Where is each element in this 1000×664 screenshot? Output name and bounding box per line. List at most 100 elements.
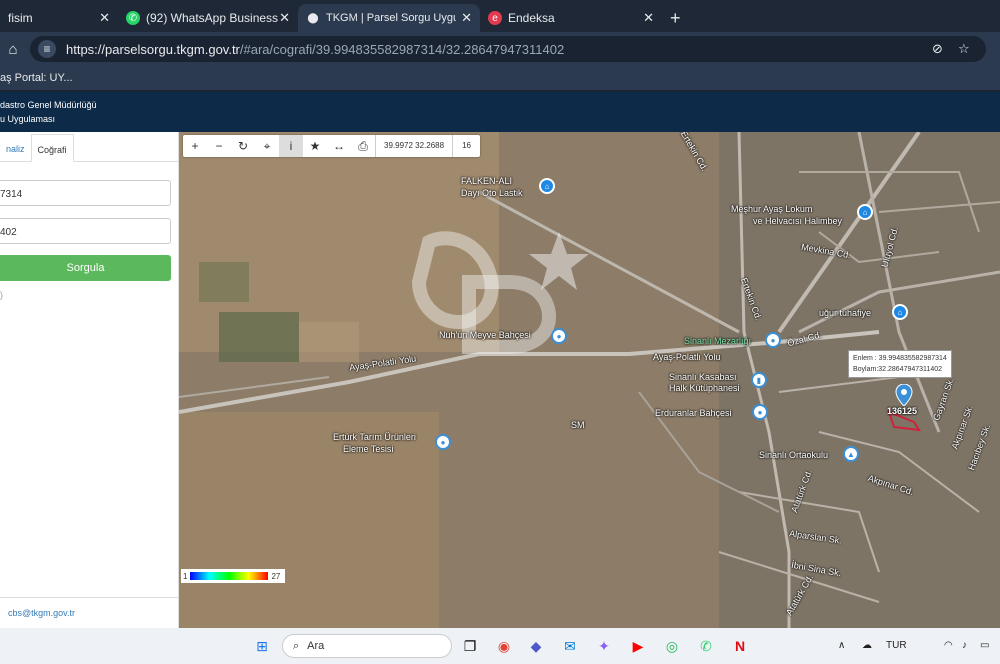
place-poi-icon[interactable]: ●	[752, 404, 768, 420]
bookmark-star-icon[interactable]: ☆	[958, 41, 970, 57]
map-label: Ayaş-Polatlı Yolu	[653, 352, 721, 362]
shop-poi-icon[interactable]: ⌂	[892, 304, 908, 320]
url-text[interactable]: https://parselsorgu.tkgm.gov.tr/#ara/cog…	[66, 42, 564, 57]
map-label: Meşhur Ayaş Lokum	[731, 204, 813, 214]
popup-longitude: Boylam:32.28647947311402	[853, 366, 943, 373]
print-icon[interactable]: ⎙	[351, 135, 375, 157]
netflix-icon[interactable]: N	[728, 634, 752, 658]
map-label: Sinanlı Mezarlığı	[684, 336, 752, 346]
home-icon[interactable]: ⌂	[2, 41, 24, 58]
legend-gradient	[190, 572, 269, 580]
place-poi-icon[interactable]: ●	[435, 434, 451, 450]
note-text: )	[0, 290, 3, 300]
zoom-level: 16	[452, 135, 480, 157]
tab-fisim[interactable]: fisim ✕	[0, 4, 118, 32]
place-poi-icon[interactable]: ●	[551, 328, 567, 344]
whatsapp-icon[interactable]: ✆	[694, 634, 718, 658]
heatmap-legend: 1 27	[181, 569, 285, 583]
site-header-title: dastro Genel Müdürlüğü	[0, 100, 97, 110]
youtube-icon[interactable]: ▶	[626, 634, 650, 658]
url-host: https://parselsorgu.tkgm.gov.tr	[66, 41, 240, 57]
locate-icon[interactable]: ⌖	[255, 135, 279, 157]
coordinate-popup: Enlem : 39.994835582987314 Boylam:32.286…	[848, 350, 952, 378]
close-icon[interactable]: ✕	[643, 10, 654, 26]
zoom-out-button[interactable]: −	[207, 135, 231, 157]
url-path: /#ara/cografi/39.994835582987314/32.2864…	[239, 41, 565, 57]
map-view[interactable]: + − ↻ ⌖ i ★ ↔ ⎙ 39.9972 32.2688 16 FALKE…	[179, 132, 1000, 628]
tab-cografi[interactable]: Coğrafi	[30, 134, 74, 162]
network-icon[interactable]: ☁	[862, 640, 872, 651]
coordinate-readout: 39.9972 32.2688	[375, 135, 452, 157]
map-label: Sinanlı Kasabası	[669, 372, 737, 382]
battery-icon[interactable]: ▭	[980, 640, 989, 651]
tracking-off-icon[interactable]: ⊘	[932, 41, 943, 57]
close-icon[interactable]: ✕	[99, 10, 110, 26]
spotify-icon[interactable]: ◎	[660, 634, 684, 658]
browser-tab-strip: fisim ✕ ✆ (92) WhatsApp Business ✕ ⬤ TKG…	[0, 0, 1000, 32]
tab-title: (92) WhatsApp Business	[146, 11, 279, 25]
parcel-id-label: 136125	[887, 406, 918, 416]
search-placeholder: Ara	[307, 640, 325, 652]
legend-min: 1	[183, 571, 188, 581]
map-label: Halk Kütüphanesi	[669, 383, 740, 393]
outlook-icon[interactable]: ✉	[558, 634, 582, 658]
windows-taskbar: ⊞ ⌕ Ara ❐ ◉ ◆ ✉ ✦ ▶ ◎ ✆ N ∧ ☁ TUR ◠ ♪ ▭	[0, 628, 1000, 664]
chevron-up-icon[interactable]: ∧	[838, 640, 845, 651]
teams-icon[interactable]: ◆	[524, 634, 548, 658]
measure-icon[interactable]: ↔	[327, 135, 351, 157]
tab-title: fisim	[8, 11, 33, 25]
map-label: Erduranlar Bahçesi	[655, 408, 732, 418]
map-label: uğur tuhafiye	[819, 308, 872, 318]
longitude-input[interactable]: 402	[0, 218, 171, 244]
windows-start-icon[interactable]: ⊞	[250, 634, 274, 658]
map-label: Sinanlı Ortaokulu	[759, 450, 829, 460]
tab-analiz[interactable]: naliz	[0, 134, 31, 162]
whatsapp-icon: ✆	[126, 11, 140, 25]
map-toolbar: + − ↻ ⌖ i ★ ↔ ⎙ 39.9972 32.2688 16	[183, 135, 481, 157]
task-view-icon[interactable]: ❐	[458, 634, 482, 658]
close-icon[interactable]: ✕	[461, 10, 472, 26]
tab-title: Endeksa	[508, 11, 555, 25]
tab-tkgm[interactable]: ⬤ TKGM | Parsel Sorgu Uygulaması ✕	[298, 4, 480, 32]
map-label: Eleme Tesisi	[343, 444, 394, 454]
tab-whatsapp[interactable]: ✆ (92) WhatsApp Business ✕	[118, 4, 298, 32]
close-icon[interactable]: ✕	[279, 10, 290, 26]
site-info-icon[interactable]: ≡	[38, 40, 56, 58]
library-poi-icon[interactable]: ▮	[751, 372, 767, 388]
bookmark-item[interactable]: aş Portal: UY...	[0, 72, 73, 84]
taskbar-search[interactable]: ⌕ Ara	[282, 634, 452, 658]
map-label: Nuh'un Meyve Bahçesi	[439, 330, 531, 340]
refresh-icon[interactable]: ↻	[231, 135, 255, 157]
school-poi-icon[interactable]: ▲	[843, 446, 859, 462]
divider	[0, 597, 179, 598]
tab-endeksa[interactable]: e Endeksa ✕	[480, 4, 662, 32]
satellite-map	[179, 132, 1000, 628]
chrome-icon[interactable]: ◉	[492, 634, 516, 658]
location-pin-icon: ⬤	[307, 12, 319, 24]
address-bar[interactable]: ≡ https://parselsorgu.tkgm.gov.tr/#ara/c…	[30, 36, 986, 62]
map-label: ve Helvacısı Halimbey	[753, 216, 843, 226]
map-label: Ertürk Tarım Ürünleri	[333, 432, 416, 442]
shop-poi-icon[interactable]: ⌂	[857, 204, 873, 220]
shop-poi-icon[interactable]: ⌂	[539, 178, 555, 194]
sorgula-button[interactable]: Sorgula	[0, 255, 171, 281]
new-tab-button[interactable]: +	[670, 4, 681, 32]
contact-email-link[interactable]: cbs@tkgm.gov.tr	[8, 608, 75, 618]
zoom-in-button[interactable]: +	[183, 135, 207, 157]
panel-tabs: naliz Coğrafi	[0, 134, 179, 162]
latitude-input[interactable]: 7314	[0, 180, 171, 206]
wifi-icon[interactable]: ◠	[944, 640, 953, 651]
favorite-star-icon[interactable]: ★	[303, 135, 327, 157]
endeksa-icon: e	[488, 11, 502, 25]
copilot-icon[interactable]: ✦	[592, 634, 616, 658]
place-poi-icon[interactable]: ●	[765, 332, 781, 348]
search-icon: ⌕	[293, 639, 300, 652]
info-icon[interactable]: i	[279, 135, 303, 157]
map-label: SM	[571, 420, 585, 430]
popup-latitude: Enlem : 39.994835582987314	[853, 355, 947, 362]
tab-title: TKGM | Parsel Sorgu Uygulaması	[326, 12, 456, 24]
location-marker-icon[interactable]	[895, 383, 913, 407]
language-indicator[interactable]: TUR	[886, 640, 907, 651]
volume-icon[interactable]: ♪	[962, 640, 967, 651]
legend-max: 27	[271, 571, 281, 581]
